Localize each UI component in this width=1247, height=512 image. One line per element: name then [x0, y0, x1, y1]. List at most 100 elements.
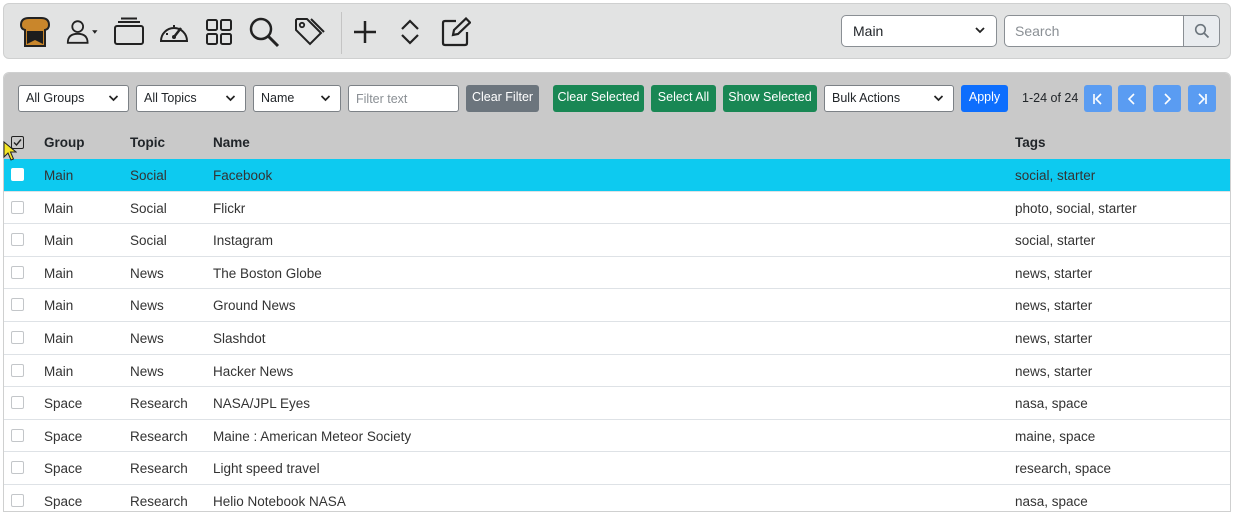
- user-icon[interactable]: [66, 14, 102, 50]
- tag-icon[interactable]: [291, 14, 327, 50]
- table-row[interactable]: Space Research Maine : American Meteor S…: [4, 420, 1230, 453]
- row-checkbox[interactable]: [11, 265, 24, 279]
- cell-group: Main: [44, 168, 74, 183]
- sort-icon[interactable]: [392, 14, 428, 50]
- cell-tags: social, starter: [1015, 233, 1096, 249]
- table-row[interactable]: Space Research NASA/JPL Eyes nasa, space: [4, 387, 1230, 420]
- cell-name: NASA/JPL Eyes: [213, 396, 311, 412]
- sort-select-value: Name: [261, 91, 295, 105]
- logo-icon[interactable]: [16, 14, 52, 50]
- cell-tags: maine, space: [1015, 428, 1096, 444]
- cell-topic: Social: [130, 233, 167, 249]
- top-toolbar: Main: [3, 3, 1231, 59]
- row-checkbox[interactable]: [11, 330, 24, 344]
- last-page-icon: [1198, 92, 1207, 105]
- cell-group: Space: [44, 461, 83, 477]
- bulk-actions-select[interactable]: Bulk Actions: [824, 85, 954, 112]
- row-checkbox[interactable]: [11, 461, 24, 475]
- toolbar-separator: [341, 12, 342, 54]
- group-select-value: Main: [853, 23, 884, 39]
- table-header: Group Topic Name Tags: [4, 126, 1230, 159]
- groups-filter-value: All Groups: [26, 91, 85, 105]
- tabs-icon[interactable]: [111, 14, 147, 50]
- cell-group: Space: [44, 493, 83, 509]
- chevron-right-icon: [1164, 92, 1172, 105]
- search-button[interactable]: [1183, 15, 1220, 47]
- cell-name: Ground News: [213, 298, 296, 314]
- cell-name: Helio Notebook NASA: [213, 493, 346, 509]
- bookmark-panel: All Groups All Topics Name Clear Filter …: [3, 72, 1231, 512]
- table-row[interactable]: Main News Hacker News news, starter: [4, 355, 1230, 388]
- cell-topic: Social: [130, 200, 167, 216]
- search-input[interactable]: [1004, 15, 1184, 47]
- topics-filter-select[interactable]: All Topics: [136, 85, 246, 112]
- show-selected-button[interactable]: Show Selected: [723, 85, 817, 112]
- clear-filter-button[interactable]: Clear Filter: [466, 85, 539, 112]
- cell-topic: Social: [130, 168, 167, 183]
- cell-topic: News: [130, 265, 164, 281]
- chevron-down-icon: [320, 86, 331, 120]
- grid-icon[interactable]: [201, 14, 237, 50]
- chevron-left-icon: [1127, 92, 1135, 105]
- cell-tags: nasa, space: [1015, 493, 1088, 509]
- table-body: Main Social Facebook social, starter Mai…: [4, 159, 1230, 511]
- table-row[interactable]: Main Social Flickr photo, social, starte…: [4, 192, 1230, 225]
- row-checkbox[interactable]: [11, 298, 24, 312]
- cell-tags: social, starter: [1015, 168, 1096, 183]
- search-icon: [1194, 23, 1209, 39]
- select-all-button[interactable]: Select All: [651, 85, 716, 112]
- cell-name: The Boston Globe: [213, 265, 322, 281]
- last-page-button[interactable]: [1188, 85, 1216, 112]
- column-header-tags[interactable]: Tags: [1015, 135, 1046, 150]
- cell-topic: Research: [130, 428, 188, 444]
- filter-text-input[interactable]: [348, 85, 459, 112]
- column-header-group[interactable]: Group: [44, 135, 85, 150]
- row-checkbox[interactable]: [11, 200, 24, 214]
- row-checkbox[interactable]: [11, 428, 24, 442]
- topics-filter-value: All Topics: [144, 91, 197, 105]
- cell-topic: News: [130, 330, 164, 346]
- row-checkbox[interactable]: [11, 493, 24, 507]
- table-row[interactable]: Main News Slashdot news, starter: [4, 322, 1230, 355]
- cell-name: Light speed travel: [213, 461, 320, 477]
- cell-name: Flickr: [213, 200, 246, 216]
- groups-filter-select[interactable]: All Groups: [18, 85, 129, 112]
- cell-group: Main: [44, 265, 74, 281]
- chevron-down-icon: [933, 86, 944, 120]
- cell-group: Space: [44, 428, 83, 444]
- cell-group: Main: [44, 363, 74, 379]
- edit-icon[interactable]: [438, 14, 474, 50]
- table-row[interactable]: Space Research Helio Notebook NASA nasa,…: [4, 485, 1230, 511]
- table-row[interactable]: Space Research Light speed travel resear…: [4, 452, 1230, 485]
- previous-page-button[interactable]: [1118, 85, 1146, 112]
- dashboard-icon[interactable]: [156, 14, 192, 50]
- cell-group: Main: [44, 200, 74, 216]
- row-checkbox[interactable]: [11, 363, 24, 377]
- row-checkbox[interactable]: [11, 396, 24, 410]
- apply-button[interactable]: Apply: [961, 85, 1008, 112]
- cell-name: Maine : American Meteor Society: [213, 428, 412, 444]
- clear-selected-button[interactable]: Clear Selected: [553, 85, 644, 112]
- next-page-button[interactable]: [1153, 85, 1181, 112]
- table-row[interactable]: Main News Ground News news, starter: [4, 289, 1230, 322]
- chevron-down-icon: [108, 86, 119, 120]
- search-icon[interactable]: [246, 14, 282, 50]
- plus-icon[interactable]: [347, 14, 383, 50]
- cell-name: Hacker News: [213, 363, 294, 379]
- column-header-name[interactable]: Name: [213, 135, 250, 150]
- column-header-topic[interactable]: Topic: [130, 135, 165, 150]
- group-select[interactable]: Main: [841, 15, 997, 47]
- sort-select[interactable]: Name: [253, 85, 341, 112]
- result-count: 1-24 of 24: [1022, 91, 1079, 105]
- chevron-down-icon: [225, 86, 236, 120]
- row-checkbox[interactable]: [11, 168, 24, 181]
- first-page-button[interactable]: [1084, 85, 1112, 112]
- row-checkbox[interactable]: [11, 233, 24, 247]
- table-row[interactable]: Main Social Facebook social, starter: [4, 159, 1230, 192]
- cell-tags: news, starter: [1015, 330, 1093, 346]
- cell-topic: Research: [130, 461, 188, 477]
- table-row[interactable]: Main News The Boston Globe news, starter: [4, 257, 1230, 290]
- cell-topic: News: [130, 363, 164, 379]
- cell-name: Facebook: [213, 168, 273, 183]
- table-row[interactable]: Main Social Instagram social, starter: [4, 224, 1230, 257]
